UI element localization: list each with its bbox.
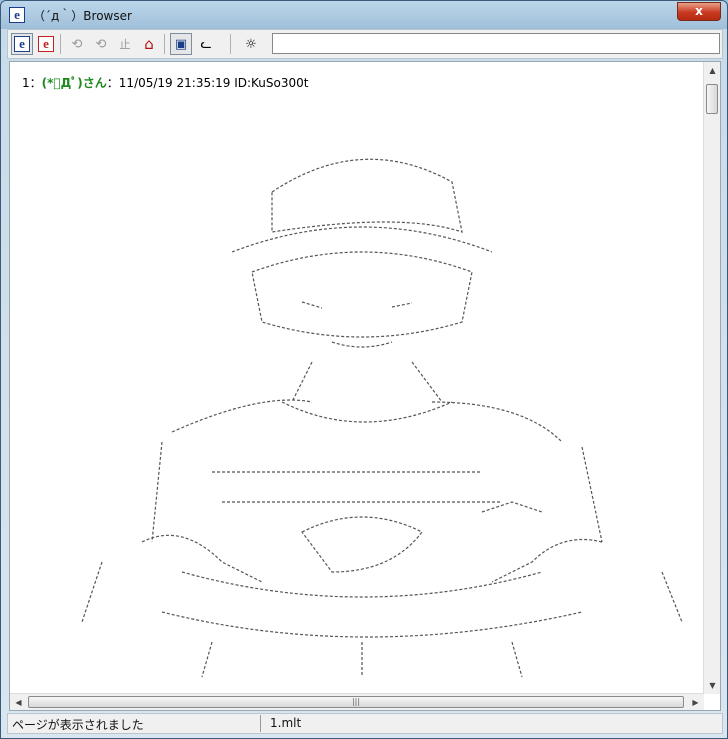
refresh-button[interactable]: ⟲ — [66, 33, 88, 55]
ascii-art-image — [62, 102, 702, 682]
scroll-up-icon[interactable]: ▲ — [704, 62, 721, 79]
horizontal-scrollbar[interactable]: ◀ ||| ▶ — [10, 693, 704, 710]
ie-red-button[interactable]: e — [35, 33, 57, 55]
status-message: ページが表示されました — [12, 718, 144, 732]
vertical-scroll-thumb[interactable] — [706, 84, 718, 114]
post-number: 1 — [22, 76, 30, 90]
close-button[interactable]: x — [677, 2, 721, 21]
post-author[interactable]: (*ﾟДﾟ)さん — [42, 76, 107, 90]
cat-icon: ᓚ — [200, 36, 212, 52]
status-file: 1.mlt — [270, 716, 302, 730]
toolbar-separator — [230, 34, 231, 54]
home-icon: ⌂ — [144, 35, 154, 53]
toolbar-separator — [60, 34, 61, 54]
stop-button[interactable]: 止 — [114, 33, 136, 55]
scroll-right-icon[interactable]: ▶ — [687, 694, 704, 711]
post-header: 1：(*ﾟДﾟ)さん：11/05/19 21:35:19 ID:KuSo300t — [22, 74, 308, 91]
post-meta: ：11/05/19 21:35:19 ID:KuSo300t — [106, 76, 309, 90]
refresh-icon: ⟲ — [71, 36, 83, 52]
refresh-all-icon: ⟲ — [95, 36, 107, 52]
toolbar-separator — [164, 34, 165, 54]
horizontal-scroll-thumb[interactable]: ||| — [28, 696, 684, 708]
cat-button[interactable]: ᓚ — [195, 33, 217, 55]
view-icon: ▣ — [174, 36, 188, 52]
ie-red-icon: e — [38, 36, 54, 52]
scroll-down-icon[interactable]: ▼ — [704, 677, 721, 694]
title-bar[interactable]: e （´д｀）Browser x — [1, 1, 727, 29]
toolbar: e e ⟲ ⟲ 止 ⌂ ▣ ᓚ ☼ — [7, 29, 723, 59]
home-button[interactable]: ⌂ — [138, 33, 160, 55]
address-input[interactable] — [272, 33, 720, 54]
search-cat-icon: ☼ — [245, 36, 257, 52]
status-divider — [260, 715, 261, 732]
view-button[interactable]: ▣ — [170, 33, 192, 55]
window-title: （´д｀）Browser — [33, 9, 132, 23]
stop-icon: 止 — [119, 38, 131, 51]
ie-blue-button[interactable]: e — [11, 33, 33, 55]
post-separator: ： — [29, 76, 42, 90]
browser-window: e （´д｀）Browser x e e ⟲ ⟲ 止 ⌂ ▣ ᓚ ☼ 1：(*ﾟ… — [0, 0, 728, 739]
status-bar: ページが表示されました 1.mlt — [7, 713, 723, 734]
thread-content[interactable]: 1：(*ﾟДﾟ)さん：11/05/19 21:35:19 ID:KuSo300t — [9, 61, 721, 711]
vertical-scrollbar[interactable]: ▲ ▼ — [703, 62, 720, 694]
search-cat-button[interactable]: ☼ — [240, 33, 262, 55]
app-icon: e — [9, 7, 25, 23]
ie-blue-icon: e — [14, 36, 30, 52]
scroll-left-icon[interactable]: ◀ — [10, 694, 27, 711]
refresh-all-button[interactable]: ⟲ — [90, 33, 112, 55]
